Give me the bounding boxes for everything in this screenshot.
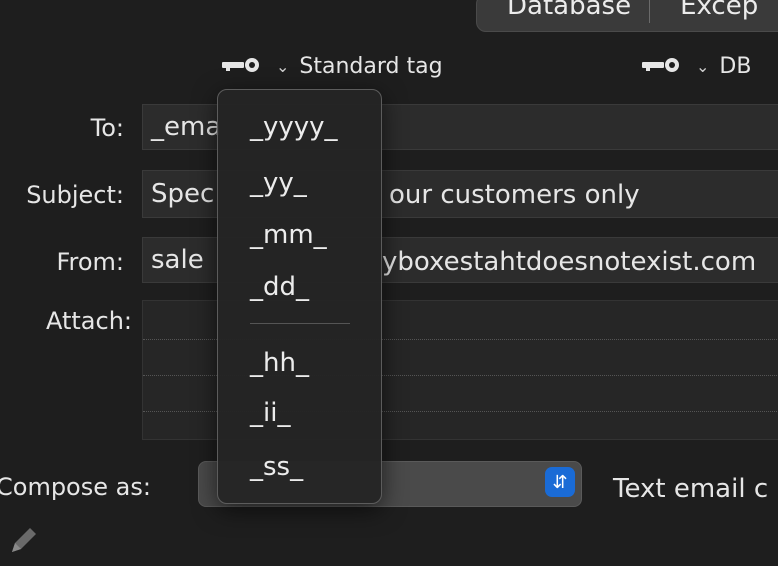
- db-tag-button[interactable]: ⌄ DB: [642, 54, 751, 79]
- attach-label: Attach:: [45, 307, 132, 335]
- tab-exceptions[interactable]: Excep: [650, 0, 776, 31]
- key-icon: [642, 54, 682, 79]
- menu-separator: [250, 323, 350, 324]
- chevron-down-icon: ⌄: [696, 57, 710, 76]
- compose-option-label: Text email c: [613, 474, 769, 504]
- subject-value-tail: our customers only: [389, 180, 640, 210]
- chevron-down-icon: ⌄: [276, 57, 290, 76]
- menu-item-yyyy[interactable]: _yyyy_: [250, 112, 338, 142]
- menu-item-dd[interactable]: _dd_: [250, 272, 309, 302]
- to-label: To:: [90, 114, 124, 142]
- subject-label: Subject:: [26, 181, 124, 209]
- standard-tag-button[interactable]: ⌄ Standard tag: [222, 54, 443, 79]
- from-value-tail: yboxestahtdoesnotexist.com: [382, 247, 757, 277]
- standard-tag-label: Standard tag: [299, 54, 443, 79]
- from-label: From:: [56, 248, 124, 276]
- menu-item-hh[interactable]: _hh_: [250, 348, 309, 378]
- menu-item-ss[interactable]: _ss_: [250, 452, 303, 482]
- compose-as-label: Compose as:: [0, 473, 151, 501]
- select-arrows-icon: ⇵: [545, 467, 575, 497]
- menu-item-mm[interactable]: _mm_: [250, 220, 327, 250]
- db-tag-label: DB: [719, 54, 752, 79]
- from-value: sale: [151, 245, 204, 275]
- subject-value: Spec: [151, 179, 215, 209]
- date-tag-menu: _yyyy_ _yy_ _mm_ _dd_ _hh_ _ii_ _ss_: [217, 89, 382, 504]
- menu-item-ii[interactable]: _ii_: [250, 398, 290, 428]
- menu-item-yy[interactable]: _yy_: [250, 168, 307, 198]
- to-value: _ema: [151, 112, 222, 142]
- tab-bar: Database Excep: [476, 0, 778, 32]
- tab-database[interactable]: Database: [477, 0, 649, 31]
- key-icon: [222, 54, 262, 79]
- pencil-icon[interactable]: [6, 522, 42, 562]
